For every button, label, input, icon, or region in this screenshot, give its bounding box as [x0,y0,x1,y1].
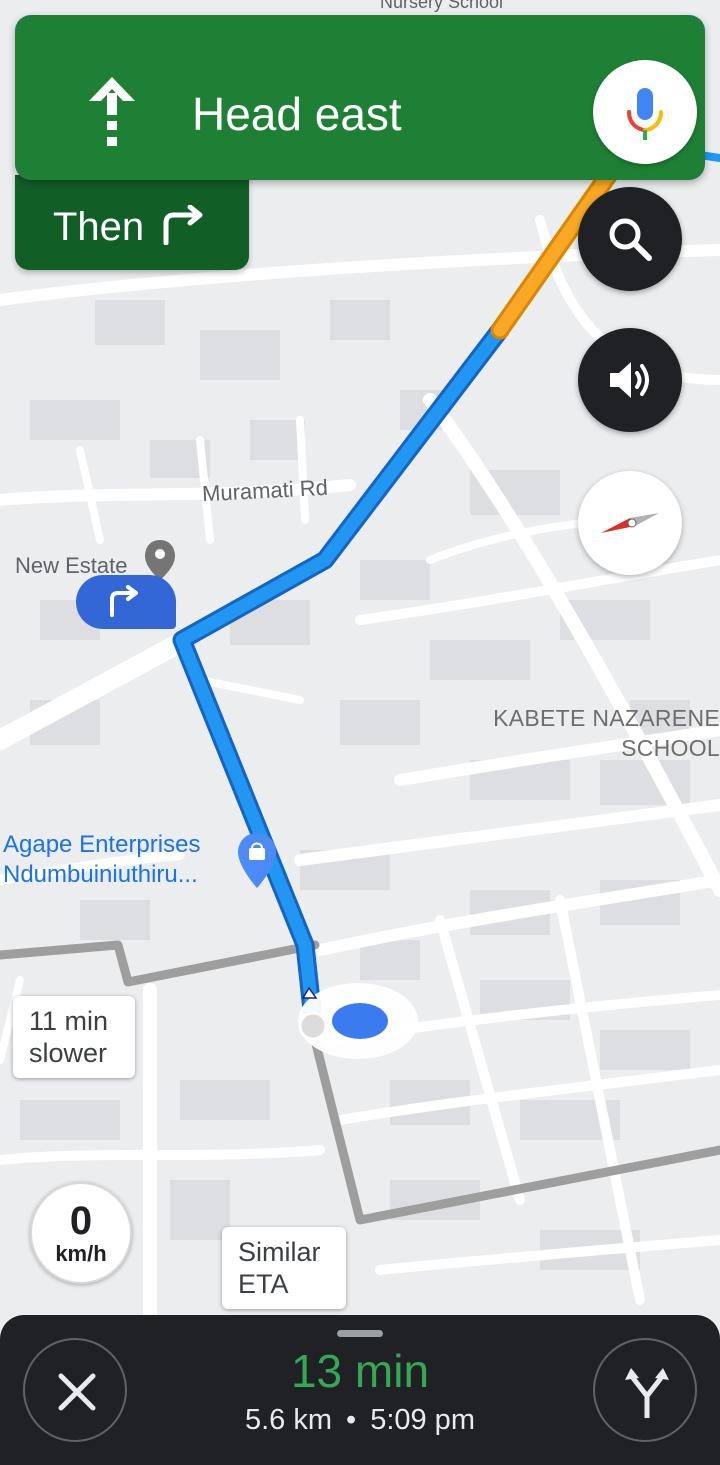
navigation-banner[interactable]: Head east [15,15,705,180]
sound-button[interactable] [578,328,682,432]
alt-route-bubble-slower[interactable]: 11 min slower [13,996,135,1078]
instruction-text: Head east [192,88,402,140]
speed-value: 0 [69,1199,93,1243]
trip-summary-bar[interactable]: 13 min 5.6 km • 5:09 pm [0,1315,720,1465]
turn-right-icon [163,205,203,245]
arrow-up-icon [89,77,135,146]
compass-button[interactable] [578,471,682,575]
alt-routes-icon [625,1368,669,1418]
then-panel[interactable]: Then [15,175,249,270]
then-label: Then [53,205,145,249]
search-icon [609,218,652,261]
volume-icon [610,362,649,398]
turn-right-icon [110,585,138,617]
map-label-school[interactable]: KABETE NAZARENE SCHOOL [460,703,720,763]
alternate-routes-button[interactable] [593,1338,697,1442]
current-location-marker [298,983,418,1059]
search-button[interactable] [578,187,682,291]
arrival-time: 5:09 pm [370,1404,475,1436]
separator: • [346,1404,357,1436]
google-mic-icon [627,88,663,140]
voice-search-button[interactable] [593,60,697,164]
speed-unit: km/h [55,1241,107,1266]
compass-icon [601,513,659,533]
turn-marker [76,575,176,629]
map-label-nursery: Nursery School [380,0,504,12]
map-label-poi[interactable]: Agape Enterprises Ndumbuiniuthiru... [3,830,200,890]
alt-route-bubble-similar[interactable]: Similar ETA [222,1227,346,1309]
drag-handle[interactable] [337,1330,383,1337]
speedometer: 0 km/h [30,1182,132,1284]
trip-distance: 5.6 km [245,1404,333,1436]
